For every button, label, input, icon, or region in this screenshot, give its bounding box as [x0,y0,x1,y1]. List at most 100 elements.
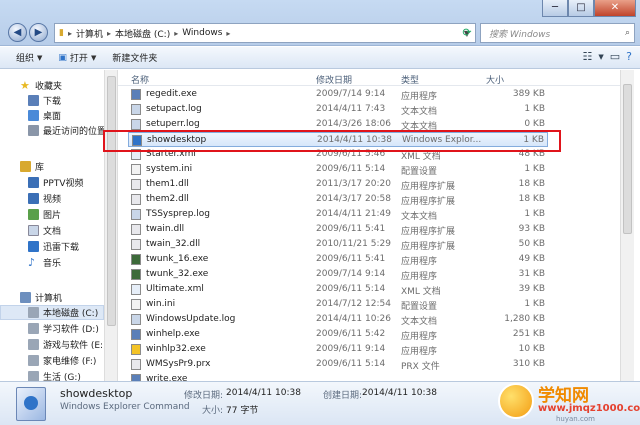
file-name: setupact.log [146,104,202,114]
column-header-size[interactable]: 大小 [486,73,504,86]
chevron-down-icon: ▼ [90,53,97,62]
nav-computer[interactable]: 计算机 [20,290,62,305]
refresh-icon[interactable]: ⟳ [460,24,474,42]
forward-button[interactable]: ▶ [29,23,48,42]
column-header-name[interactable]: 名称 [131,73,149,86]
file-type: 文本文档 [401,317,438,327]
title-bar: ─ □ ✕ ◀ ▶ ▮ ▸ 计算机 ▸ 本地磁盘 (C:) ▸ Windows … [0,0,640,46]
table-row[interactable]: twunk_16.exe 2009/6/11 5:41 应用程序 49 KB [128,252,548,267]
file-type: 应用程序 [401,332,438,342]
nav-videos[interactable]: 视频 [28,191,61,206]
search-input[interactable]: 搜索 Windows ⌕ [480,23,635,43]
table-row[interactable]: Ultimate.xml 2009/6/11 5:14 XML 文档 39 KB [128,282,548,297]
download-folder-icon [28,95,39,106]
file-icon [131,359,141,370]
scrollbar-thumb[interactable] [107,76,116,326]
table-row[interactable]: system.ini 2009/6/11 5:14 配置设置 1 KB [128,162,548,177]
table-row[interactable]: regedit.exe 2009/7/14 9:14 应用程序 389 KB [128,87,548,102]
file-icon [131,104,141,115]
navigation-scrollbar[interactable] [104,70,118,381]
file-name: win.ini [146,299,176,309]
arrow-left-icon: ◀ [13,27,22,38]
nav-pictures[interactable]: 图片 [28,207,61,222]
nav-favorites[interactable]: ★ 收藏夹 [20,78,62,93]
file-date: 2009/6/11 5:14 [316,284,386,294]
details-name: showdesktop [60,387,133,400]
nav-label: 计算机 [35,294,63,304]
file-type: XML 文档 [401,287,441,297]
table-row[interactable]: them1.dll 2011/3/17 20:20 应用程序扩展 18 KB [128,177,548,192]
table-row[interactable]: WMSysPr9.prx 2009/6/11 5:14 PRX 文件 310 KB [128,357,548,372]
window-controls: ─ □ ✕ [542,0,636,17]
table-row[interactable]: twunk_32.exe 2009/7/14 9:14 应用程序 31 KB [128,267,548,282]
chevron-down-icon[interactable]: ▼ [598,50,603,64]
table-row[interactable]: twain.dll 2009/6/11 5:41 应用程序扩展 93 KB [128,222,548,237]
back-button[interactable]: ◀ [8,23,27,42]
nav-downloads[interactable]: 下载 [28,93,61,108]
file-list-scrollbar[interactable] [620,70,634,381]
nav-label: 音乐 [43,259,62,269]
file-date: 2011/3/17 20:20 [316,179,391,189]
breadcrumb-drive-c[interactable]: 本地磁盘 (C:) [115,27,170,40]
table-row[interactable]: twain_32.dll 2010/11/21 5:29 应用程序扩展 50 KB [128,237,548,252]
file-size: 31 KB [518,269,545,279]
nav-desktop[interactable]: 桌面 [28,108,61,123]
breadcrumb-computer[interactable]: 计算机 [76,27,103,40]
nav-drive-g[interactable]: 生活 (G:) [28,369,81,381]
video-icon [28,193,39,204]
new-folder-button[interactable]: 新建文件夹 [112,51,157,64]
nav-drive-e[interactable]: 游戏与软件 (E:) [28,337,104,352]
file-date: 2014/4/11 10:26 [316,314,391,324]
scrollbar-thumb[interactable] [623,84,632,234]
breadcrumb-windows[interactable]: Windows [182,28,222,38]
nav-drive-d[interactable]: 学习软件 (D:) [28,321,99,336]
nav-libraries[interactable]: 库 [20,159,44,174]
nav-label: 下载 [43,97,62,107]
nav-xunlei[interactable]: 迅雷下载 [28,239,79,254]
table-row[interactable]: winhelp.exe 2009/6/11 5:42 应用程序 251 KB [128,327,548,342]
file-size: 389 KB [512,89,545,99]
address-bar[interactable]: ▮ ▸ 计算机 ▸ 本地磁盘 (C:) ▸ Windows ▸ ▼ [54,23,476,43]
file-size: 49 KB [518,254,545,264]
column-header-type[interactable]: 类型 [401,73,419,86]
file-icon [131,344,141,355]
file-type: 应用程序 [401,257,438,267]
search-placeholder: 搜索 Windows [489,29,551,40]
view-options-icon[interactable]: ☷ [582,50,592,64]
nav-label: 学习软件 (D:) [43,325,99,335]
file-date: 2014/3/26 18:06 [316,119,391,129]
file-type: 应用程序扩展 [401,197,456,207]
table-row[interactable]: TSSysprep.log 2014/4/11 21:49 文本文档 1 KB [128,207,548,222]
column-headers: 名称 修改日期 类型 大小 [118,70,632,86]
nav-drive-c[interactable]: 本地磁盘 (C:) [0,305,104,320]
nav-pptv[interactable]: PPTV视频 [28,175,84,190]
table-row[interactable]: them2.dll 2014/3/17 20:58 应用程序扩展 18 KB [128,192,548,207]
help-icon[interactable]: ? [626,50,632,64]
file-icon [131,269,141,280]
table-row[interactable]: win.ini 2014/7/12 12:54 配置设置 1 KB [128,297,548,312]
table-row[interactable]: write.exe [128,372,548,381]
column-header-date[interactable]: 修改日期 [316,73,352,86]
table-row[interactable]: WindowsUpdate.log 2014/4/11 10:26 文本文档 1,28… [128,312,548,327]
minimize-button[interactable]: ─ [542,0,568,17]
organize-label: 组织 [16,54,35,64]
maximize-button[interactable]: □ [568,0,594,17]
nav-music[interactable]: ♪ 音乐 [28,255,61,270]
file-size: 50 KB [518,239,545,249]
file-name: TSSysprep.log [146,209,210,219]
file-icon [131,194,141,205]
nav-label: 家电维修 (F:) [43,357,97,367]
nav-recent[interactable]: 最近访问的位置 [28,123,104,138]
file-name: twunk_16.exe [146,254,209,264]
nav-drive-f[interactable]: 家电维修 (F:) [28,353,96,368]
close-button[interactable]: ✕ [594,0,636,17]
open-button[interactable]: ▣ 打开 ▼ [58,51,97,65]
size-label: 大小: [202,406,224,416]
preview-pane-icon[interactable]: ▭ [610,50,620,64]
file-icon [131,164,141,175]
nav-documents[interactable]: 文档 [28,223,61,238]
table-row[interactable]: winhlp32.exe 2009/6/11 9:14 应用程序 10 KB [128,342,548,357]
organize-button[interactable]: 组织 ▼ [16,51,42,65]
modified-label: 修改日期: [184,391,224,401]
table-row[interactable]: setupact.log 2014/4/11 7:43 文本文档 1 KB [128,102,548,117]
